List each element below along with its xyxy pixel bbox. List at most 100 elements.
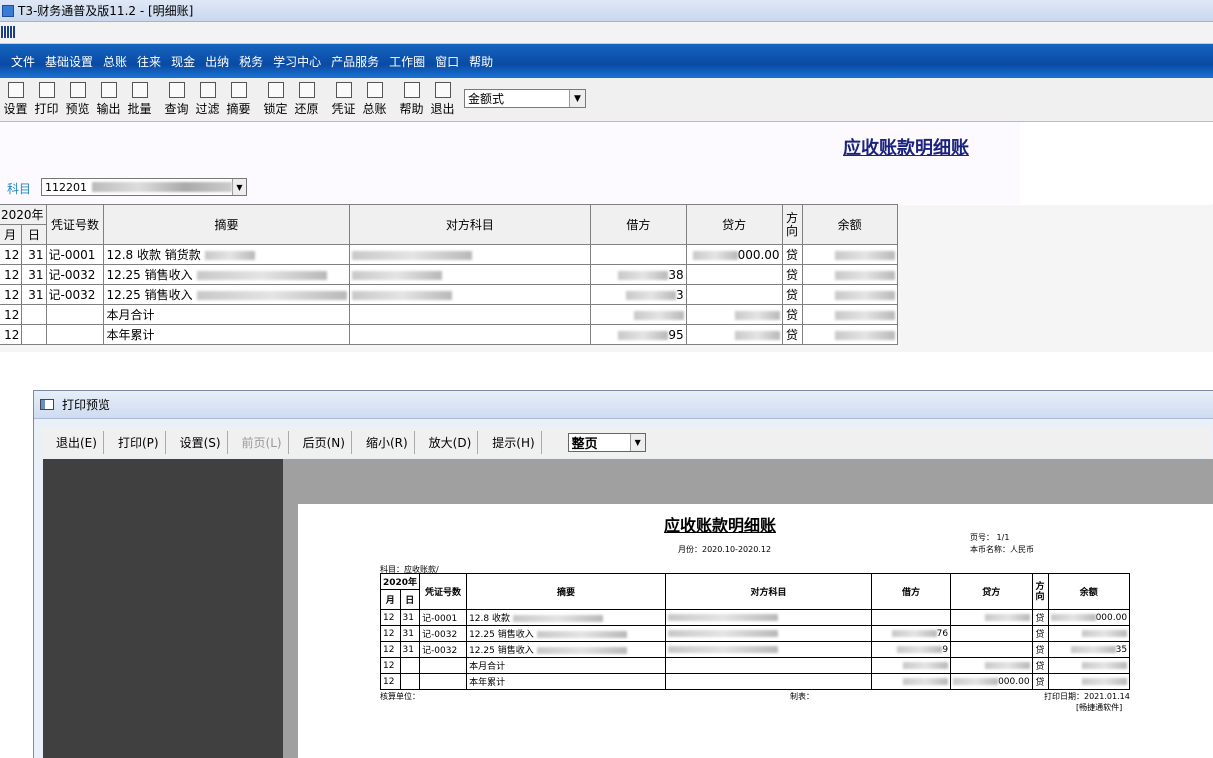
menu-item-0[interactable]: 文件 bbox=[6, 53, 40, 70]
table-row[interactable]: 12 本年累计 95 贷 bbox=[0, 324, 1211, 345]
toolbar-button-label: 预览 bbox=[65, 102, 90, 116]
header-day: 日 bbox=[21, 224, 47, 245]
paper-cell-debit bbox=[871, 673, 952, 690]
toolbar-button-11[interactable]: 总账 bbox=[359, 82, 390, 117]
paper-cell-summary: 本年累计 bbox=[466, 673, 667, 690]
table-row[interactable]: 12 31 记-0032 12.25 销售收入 38 贷 bbox=[0, 264, 1211, 285]
cell-balance bbox=[801, 304, 898, 325]
paper-cell-voucher: 记-0032 bbox=[419, 625, 468, 642]
paper-cell-balance-value: 35 bbox=[1115, 644, 1128, 655]
table-row[interactable]: 12 31 记-0001 12.8 收款 销货款 000.00 贷 bbox=[0, 244, 1211, 265]
menu-item-1[interactable]: 基础设置 bbox=[40, 53, 98, 70]
cell-debit: 95 bbox=[590, 324, 687, 345]
toolbar-button-4[interactable]: 批量 bbox=[124, 82, 155, 117]
chevron-down-icon[interactable]: ▼ bbox=[232, 179, 246, 195]
paper-cell-summary-text: 本年累计 bbox=[469, 678, 506, 688]
table-row[interactable]: 12 本月合计 贷 bbox=[0, 304, 1211, 325]
toolbar-button-6[interactable]: 过滤 bbox=[192, 82, 223, 117]
toolbar-button-label: 过滤 bbox=[195, 102, 220, 116]
zoom-select[interactable]: 整页 ▼ bbox=[567, 432, 646, 452]
preview-titlebar: 打印预览 bbox=[34, 391, 1213, 419]
redacted-text bbox=[897, 645, 943, 653]
redacted-text bbox=[1082, 629, 1128, 637]
preview-button-7[interactable]: 提示(H) bbox=[486, 430, 542, 454]
paper-cell-debit: 9 bbox=[871, 641, 952, 658]
table-row[interactable]: 12 31 记-0032 12.25 销售收入 3 贷 bbox=[0, 284, 1211, 305]
cell-credit bbox=[685, 324, 783, 345]
preview-button-5[interactable]: 缩小(R) bbox=[360, 430, 415, 454]
binoculars-icon bbox=[168, 82, 185, 98]
toolbar-button-5[interactable]: 查询 bbox=[161, 82, 192, 117]
print-icon bbox=[38, 82, 55, 98]
paper-cell-voucher bbox=[419, 657, 468, 674]
chevron-down-icon[interactable]: ▼ bbox=[629, 433, 645, 451]
menu-item-6[interactable]: 税务 bbox=[234, 53, 268, 70]
toolbar-button-3[interactable]: 输出 bbox=[93, 82, 124, 117]
toolbar-button-9[interactable]: 还原 bbox=[291, 82, 322, 117]
toolbar-button-7[interactable]: 摘要 bbox=[223, 82, 254, 117]
format-select[interactable]: 金额式 ▼ bbox=[464, 89, 586, 108]
cell-credit bbox=[685, 264, 783, 285]
preview-button-3[interactable]: 前页(L) bbox=[236, 430, 289, 454]
redacted-text bbox=[953, 677, 999, 685]
header-debit: 借方 bbox=[590, 204, 687, 245]
preview-button-4[interactable]: 后页(N) bbox=[297, 430, 352, 454]
mdi-child-icon[interactable] bbox=[1, 26, 15, 38]
paper-cell-balance bbox=[1047, 625, 1131, 642]
cell-voucher bbox=[45, 324, 105, 345]
mdi-bar bbox=[0, 22, 1213, 44]
toolbar-button-label: 凭证 bbox=[331, 102, 356, 116]
paper-brand: [畅捷通软件] bbox=[1076, 703, 1123, 712]
toolbar-button-8[interactable]: 锁定 bbox=[260, 82, 291, 117]
redacted-text bbox=[984, 661, 1030, 669]
cell-debit bbox=[590, 304, 687, 325]
paper-cell-day bbox=[399, 673, 421, 690]
toolbar-button-10[interactable]: 凭证 bbox=[328, 82, 359, 117]
toolbar-button-1[interactable]: 打印 bbox=[31, 82, 62, 117]
export-icon bbox=[100, 82, 117, 98]
menu-item-8[interactable]: 产品服务 bbox=[326, 53, 384, 70]
preview-button-1[interactable]: 打印(P) bbox=[112, 430, 166, 454]
header-balance: 余额 bbox=[801, 204, 898, 245]
chevron-down-icon[interactable]: ▼ bbox=[569, 90, 585, 107]
menu-item-7[interactable]: 学习中心 bbox=[268, 53, 326, 70]
redacted-text bbox=[734, 310, 780, 320]
preview-button-0[interactable]: 退出(E) bbox=[50, 430, 104, 454]
menu-item-5[interactable]: 出纳 bbox=[200, 53, 234, 70]
menu-item-3[interactable]: 往来 bbox=[132, 53, 166, 70]
paper-header-debit: 借方 bbox=[871, 573, 952, 610]
preview-button-2[interactable]: 设置(S) bbox=[174, 430, 228, 454]
cell-summary: 12.8 收款 销货款 bbox=[103, 244, 350, 265]
cell-debit: 38 bbox=[590, 264, 687, 285]
toolbar-button-2[interactable]: 预览 bbox=[62, 82, 93, 117]
redacted-text bbox=[692, 250, 738, 260]
paper-header-day: 日 bbox=[399, 589, 421, 610]
paper-cell-credit bbox=[950, 641, 1033, 658]
redacted-text bbox=[834, 290, 895, 300]
help-icon bbox=[403, 82, 420, 98]
toolbar-button-0[interactable]: 设置 bbox=[0, 82, 31, 117]
paper-cell-month: 12 bbox=[380, 609, 401, 626]
redacted-text bbox=[1082, 661, 1128, 669]
redacted-text bbox=[351, 250, 472, 260]
redacted-text bbox=[903, 677, 949, 685]
menu-item-9[interactable]: 工作圈 bbox=[384, 53, 430, 70]
toolbar-button-12[interactable]: 帮助 bbox=[396, 82, 427, 117]
paper-cell-voucher bbox=[419, 673, 468, 690]
grid-filler bbox=[897, 284, 1211, 305]
paper-header-year: 2020年 bbox=[379, 573, 421, 590]
toolbar-button-13[interactable]: 退出 bbox=[427, 82, 458, 117]
grid-filler bbox=[897, 304, 1211, 325]
paper-row: 12 31 记-0032 12.25 销售收入 9 贷 35 bbox=[380, 641, 1131, 658]
menu-item-2[interactable]: 总账 bbox=[98, 53, 132, 70]
grid-filler bbox=[897, 244, 1211, 265]
cell-debit-value: 95 bbox=[668, 327, 684, 342]
menu-item-11[interactable]: 帮助 bbox=[464, 53, 498, 70]
menu-bar: 文件 基础设置 总账 往来 现金 出纳 税务 学习中心 产品服务 工作圈 窗口 帮助 bbox=[0, 44, 1213, 78]
menu-item-10[interactable]: 窗口 bbox=[430, 53, 464, 70]
preview-button-6[interactable]: 放大(D) bbox=[423, 430, 479, 454]
subject-select[interactable]: 112201 ▼ bbox=[41, 178, 247, 196]
cell-voucher: 记-0001 bbox=[45, 244, 105, 265]
paper-currency: 本币名称：人民币 bbox=[970, 545, 1034, 554]
menu-item-4[interactable]: 现金 bbox=[166, 53, 200, 70]
